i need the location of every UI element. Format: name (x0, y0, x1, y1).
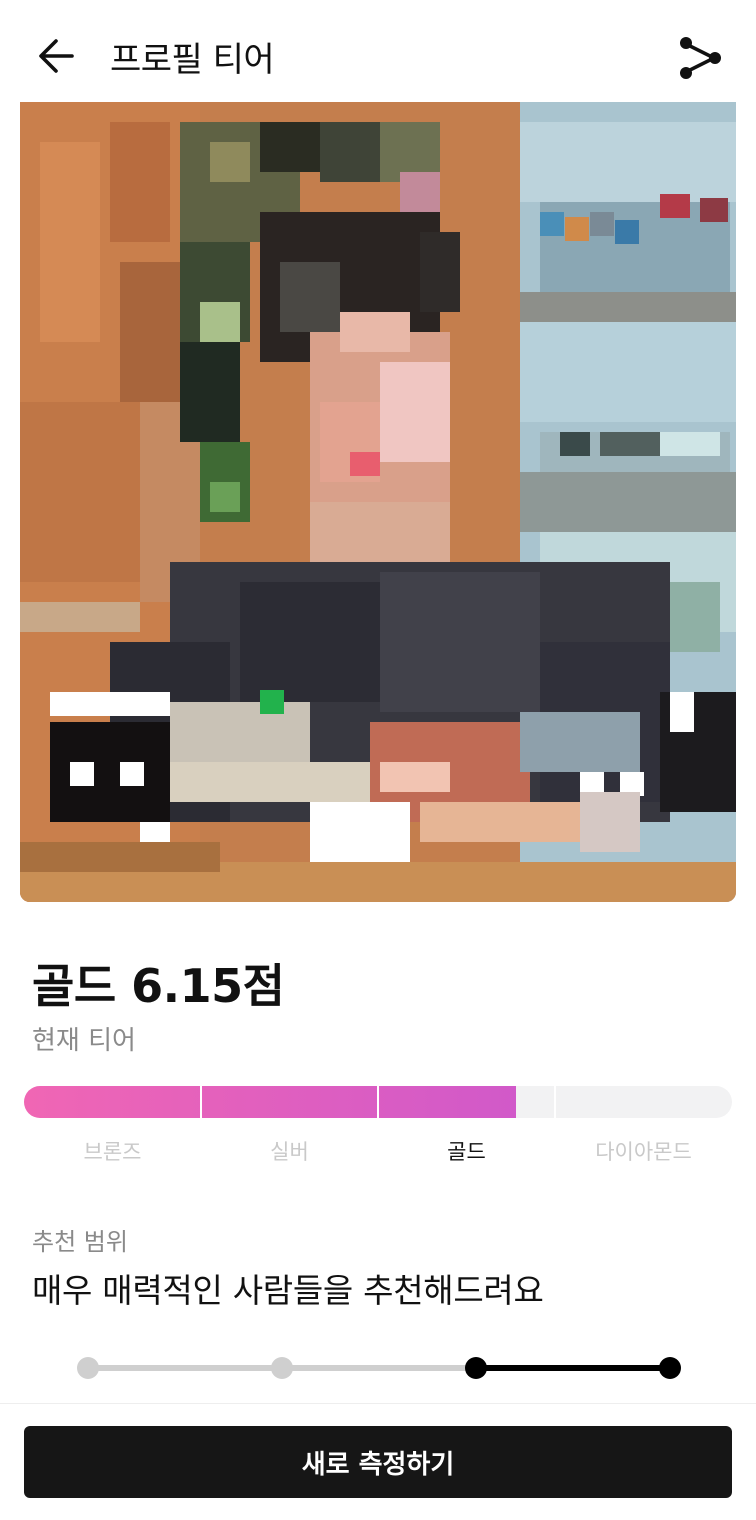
recommendation-range-slider[interactable] (60, 1340, 700, 1396)
slider-step[interactable] (271, 1357, 293, 1379)
tier-label-gold: 골드 (447, 1140, 486, 1164)
arrow-left-icon (39, 39, 74, 73)
page-title: 프로필 티어 (110, 40, 275, 80)
share-icon (680, 37, 721, 79)
tier-divider (200, 1086, 202, 1118)
recommendation-text: 매우 매력적인 사람들을 추천해드려요 (32, 1271, 544, 1310)
back-button[interactable] (30, 30, 82, 82)
tier-label-diamond: 다이아몬드 (595, 1140, 692, 1164)
share-button[interactable] (672, 30, 728, 86)
slider-step[interactable] (77, 1357, 99, 1379)
current-tier-caption: 현재 티어 (32, 1026, 136, 1056)
tier-divider (554, 1086, 556, 1118)
app-header: 프로필 티어 (0, 0, 756, 110)
tier-score: 골드 6.15점 (32, 959, 285, 1013)
slider-step-selected[interactable] (465, 1357, 487, 1379)
pixelated-photo-image (20, 102, 736, 902)
recommendation-range-label: 추천 범위 (32, 1228, 128, 1256)
tier-progress-fill (24, 1086, 517, 1118)
slider-step-selected[interactable] (659, 1357, 681, 1379)
tier-labels: 브론즈 실버 골드 다이아몬드 (24, 1136, 732, 1166)
profile-photo (20, 102, 736, 902)
tier-progress-bar (24, 1086, 732, 1118)
tier-divider (377, 1086, 379, 1118)
tier-label-bronze: 브론즈 (83, 1140, 142, 1164)
range-slider-graphic (77, 1357, 681, 1379)
tier-label-silver: 실버 (270, 1140, 309, 1164)
remeasure-button[interactable]: 새로 측정하기 (24, 1426, 732, 1498)
